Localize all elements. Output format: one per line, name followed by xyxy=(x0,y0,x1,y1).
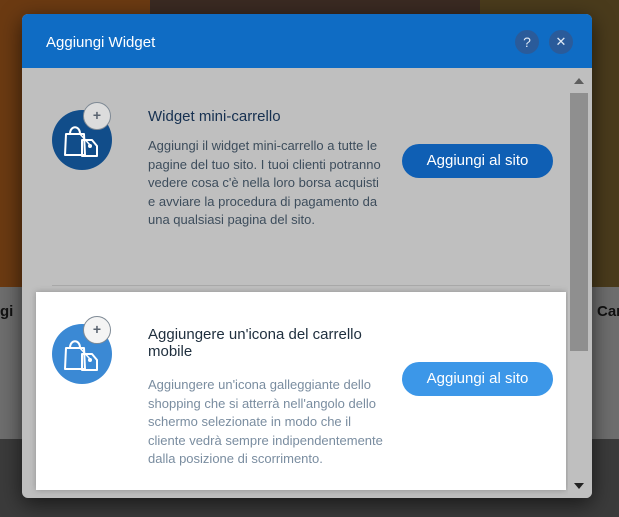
widget-title: Widget mini-carrello xyxy=(148,108,281,125)
add-to-site-button[interactable]: Aggiungi al sito xyxy=(402,362,553,396)
close-icon[interactable]: ✕ xyxy=(549,30,573,54)
add-widget-dialog: Aggiungi Widget ? ✕ + Widget mini-carrel… xyxy=(22,14,592,498)
widget-description: Aggiungere un'icona galleggiante dello s… xyxy=(148,377,383,466)
question-icon[interactable]: ? xyxy=(515,30,539,54)
background-right-text: Car xyxy=(597,303,619,320)
add-to-site-button[interactable]: Aggiungi al sito xyxy=(402,144,553,178)
widget-title: Aggiungere un'icona del carrello mobile xyxy=(148,326,362,360)
scroll-thumb[interactable] xyxy=(570,93,588,351)
dialog-header: Aggiungi Widget ? ✕ xyxy=(22,14,592,68)
dialog-body: + Widget mini-carrello Aggiungi il widge… xyxy=(22,68,592,498)
scroll-down-icon[interactable] xyxy=(574,483,584,489)
divider xyxy=(52,285,550,286)
dialog-scrollbar[interactable] xyxy=(568,68,592,498)
dialog-title: Aggiungi Widget xyxy=(46,34,156,51)
widget-description: Aggiungi il widget mini-carrello a tutte… xyxy=(148,138,381,227)
widget-card-mini-cart: + Widget mini-carrello Aggiungi il widge… xyxy=(36,68,566,288)
plus-icon: + xyxy=(83,102,111,130)
widget-card-floating-cart: + Aggiungere un'icona del carrello mobil… xyxy=(36,292,566,490)
plus-icon: + xyxy=(83,316,111,344)
scroll-up-icon[interactable] xyxy=(574,78,584,84)
background-left-text: gi xyxy=(0,303,14,320)
